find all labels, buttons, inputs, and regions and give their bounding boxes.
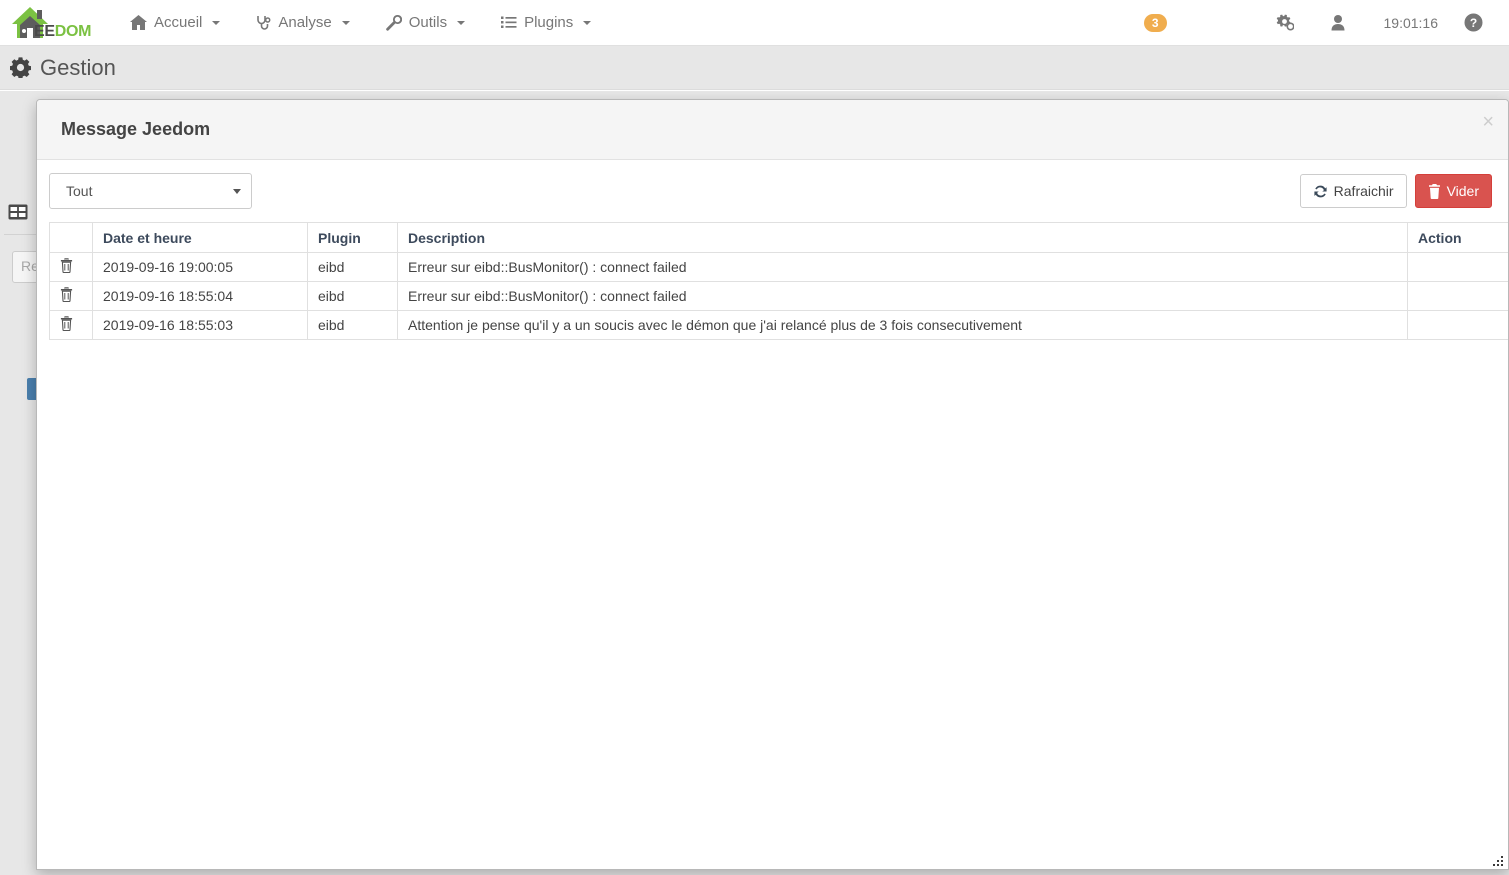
modal-title: Message Jeedom (61, 119, 211, 139)
brand-logo[interactable]: EEDOM (0, 0, 92, 46)
settings-menu-button[interactable] (1259, 0, 1315, 46)
svg-text:?: ? (1470, 16, 1477, 30)
cog-icon (10, 57, 31, 78)
table-header-row: Date et heure Plugin Description Action (49, 222, 1508, 253)
nav-item-outils[interactable]: Outils (368, 0, 483, 46)
message-jeedom-modal: Message Jeedom × Tout Rafraichir Vider D… (36, 99, 1509, 870)
resize-handle[interactable] (1492, 854, 1504, 866)
top-navbar: EEDOM Accueil Analyse Outils Plugins 3 1… (0, 0, 1509, 46)
row-plugin: eibd (307, 252, 398, 282)
modal-header: Message Jeedom × (37, 100, 1508, 160)
trash-icon (1428, 183, 1441, 199)
gears-icon (1275, 14, 1294, 31)
trash-icon[interactable] (60, 258, 73, 273)
chevron-down-icon (233, 188, 241, 194)
row-date: 2019-09-16 19:00:05 (92, 252, 308, 282)
column-header-delete (49, 222, 93, 253)
clear-button[interactable]: Vider (1414, 174, 1492, 208)
row-description: Erreur sur eibd::BusMonitor() : connect … (397, 281, 1408, 311)
nav-item-outils-label: Outils (408, 14, 448, 31)
logo-text-dom: DOM (54, 22, 92, 40)
row-plugin: eibd (307, 310, 398, 340)
row-delete-cell (49, 281, 93, 311)
trash-icon[interactable] (60, 316, 73, 331)
user-icon (1331, 14, 1345, 31)
row-date: 2019-09-16 18:55:03 (92, 310, 308, 340)
message-count-badge[interactable]: 3 (1143, 13, 1167, 32)
messages-table-body: 2019-09-16 19:00:05 eibd Erreur sur eibd… (49, 252, 1508, 340)
trash-icon[interactable] (60, 287, 73, 302)
refresh-icon (1313, 184, 1328, 199)
wrench-icon (385, 14, 402, 31)
logo-text-ee: EE (34, 22, 55, 40)
home-icon (130, 15, 147, 30)
messages-table-head: Date et heure Plugin Description Action (49, 222, 1508, 253)
nav-item-analyse[interactable]: Analyse (238, 0, 367, 46)
stethoscope-icon (256, 15, 271, 31)
chevron-down-icon (341, 20, 350, 25)
navbar-right-group: 3 19:01:16 ? (1143, 0, 1509, 46)
row-action[interactable] (1407, 310, 1508, 340)
help-button[interactable]: ? (1456, 13, 1493, 32)
chevron-down-icon (457, 20, 466, 25)
column-header-action: Action (1407, 222, 1508, 253)
user-menu-button[interactable] (1315, 0, 1366, 46)
column-header-description: Description (397, 222, 1408, 253)
row-delete-cell (49, 252, 93, 282)
row-action[interactable] (1407, 252, 1508, 282)
question-circle-icon: ? (1464, 13, 1483, 32)
page-header: Gestion (0, 46, 1509, 90)
refresh-button[interactable]: Rafraichir (1299, 174, 1407, 208)
row-description: Attention je pense qu'il y a un soucis a… (397, 310, 1408, 340)
page-title: Gestion (40, 54, 116, 80)
clock-display: 19:01:16 (1383, 14, 1439, 31)
table-row: 2019-09-16 18:55:03 eibd Attention je pe… (49, 310, 1508, 340)
list-ul-icon (501, 16, 517, 29)
nav-item-accueil[interactable]: Accueil (112, 0, 238, 46)
nav-item-plugins[interactable]: Plugins (483, 0, 609, 46)
close-icon[interactable]: × (1482, 112, 1494, 132)
column-header-date: Date et heure (92, 222, 308, 253)
nav-item-analyse-label: Analyse (278, 14, 332, 31)
message-filter-selected-label: Tout (66, 183, 93, 199)
row-description: Erreur sur eibd::BusMonitor() : connect … (397, 252, 1408, 282)
column-header-plugin: Plugin (307, 222, 398, 253)
row-action[interactable] (1407, 281, 1508, 311)
row-delete-cell (49, 310, 93, 340)
table-row: 2019-09-16 19:00:05 eibd Erreur sur eibd… (49, 252, 1508, 282)
row-plugin: eibd (307, 281, 398, 311)
table-row: 2019-09-16 18:55:04 eibd Erreur sur eibd… (49, 281, 1508, 311)
chevron-down-icon (212, 20, 221, 25)
main-menu: Accueil Analyse Outils Plugins (112, 0, 609, 46)
table-grid-icon[interactable] (8, 202, 28, 225)
nav-item-plugins-label: Plugins (524, 14, 574, 31)
refresh-button-label: Rafraichir (1333, 183, 1394, 199)
modal-body: Tout Rafraichir Vider Date et heure Plug… (37, 160, 1508, 869)
clear-button-label: Vider (1446, 183, 1479, 199)
toolbar-actions: Rafraichir Vider (1299, 174, 1492, 208)
row-date: 2019-09-16 18:55:04 (92, 281, 308, 311)
modal-toolbar: Tout Rafraichir Vider (37, 160, 1508, 222)
message-filter-select[interactable]: Tout (49, 173, 252, 209)
messages-table: Date et heure Plugin Description Action (49, 222, 1508, 340)
chevron-down-icon (583, 20, 592, 25)
nav-item-accueil-label: Accueil (154, 14, 203, 31)
